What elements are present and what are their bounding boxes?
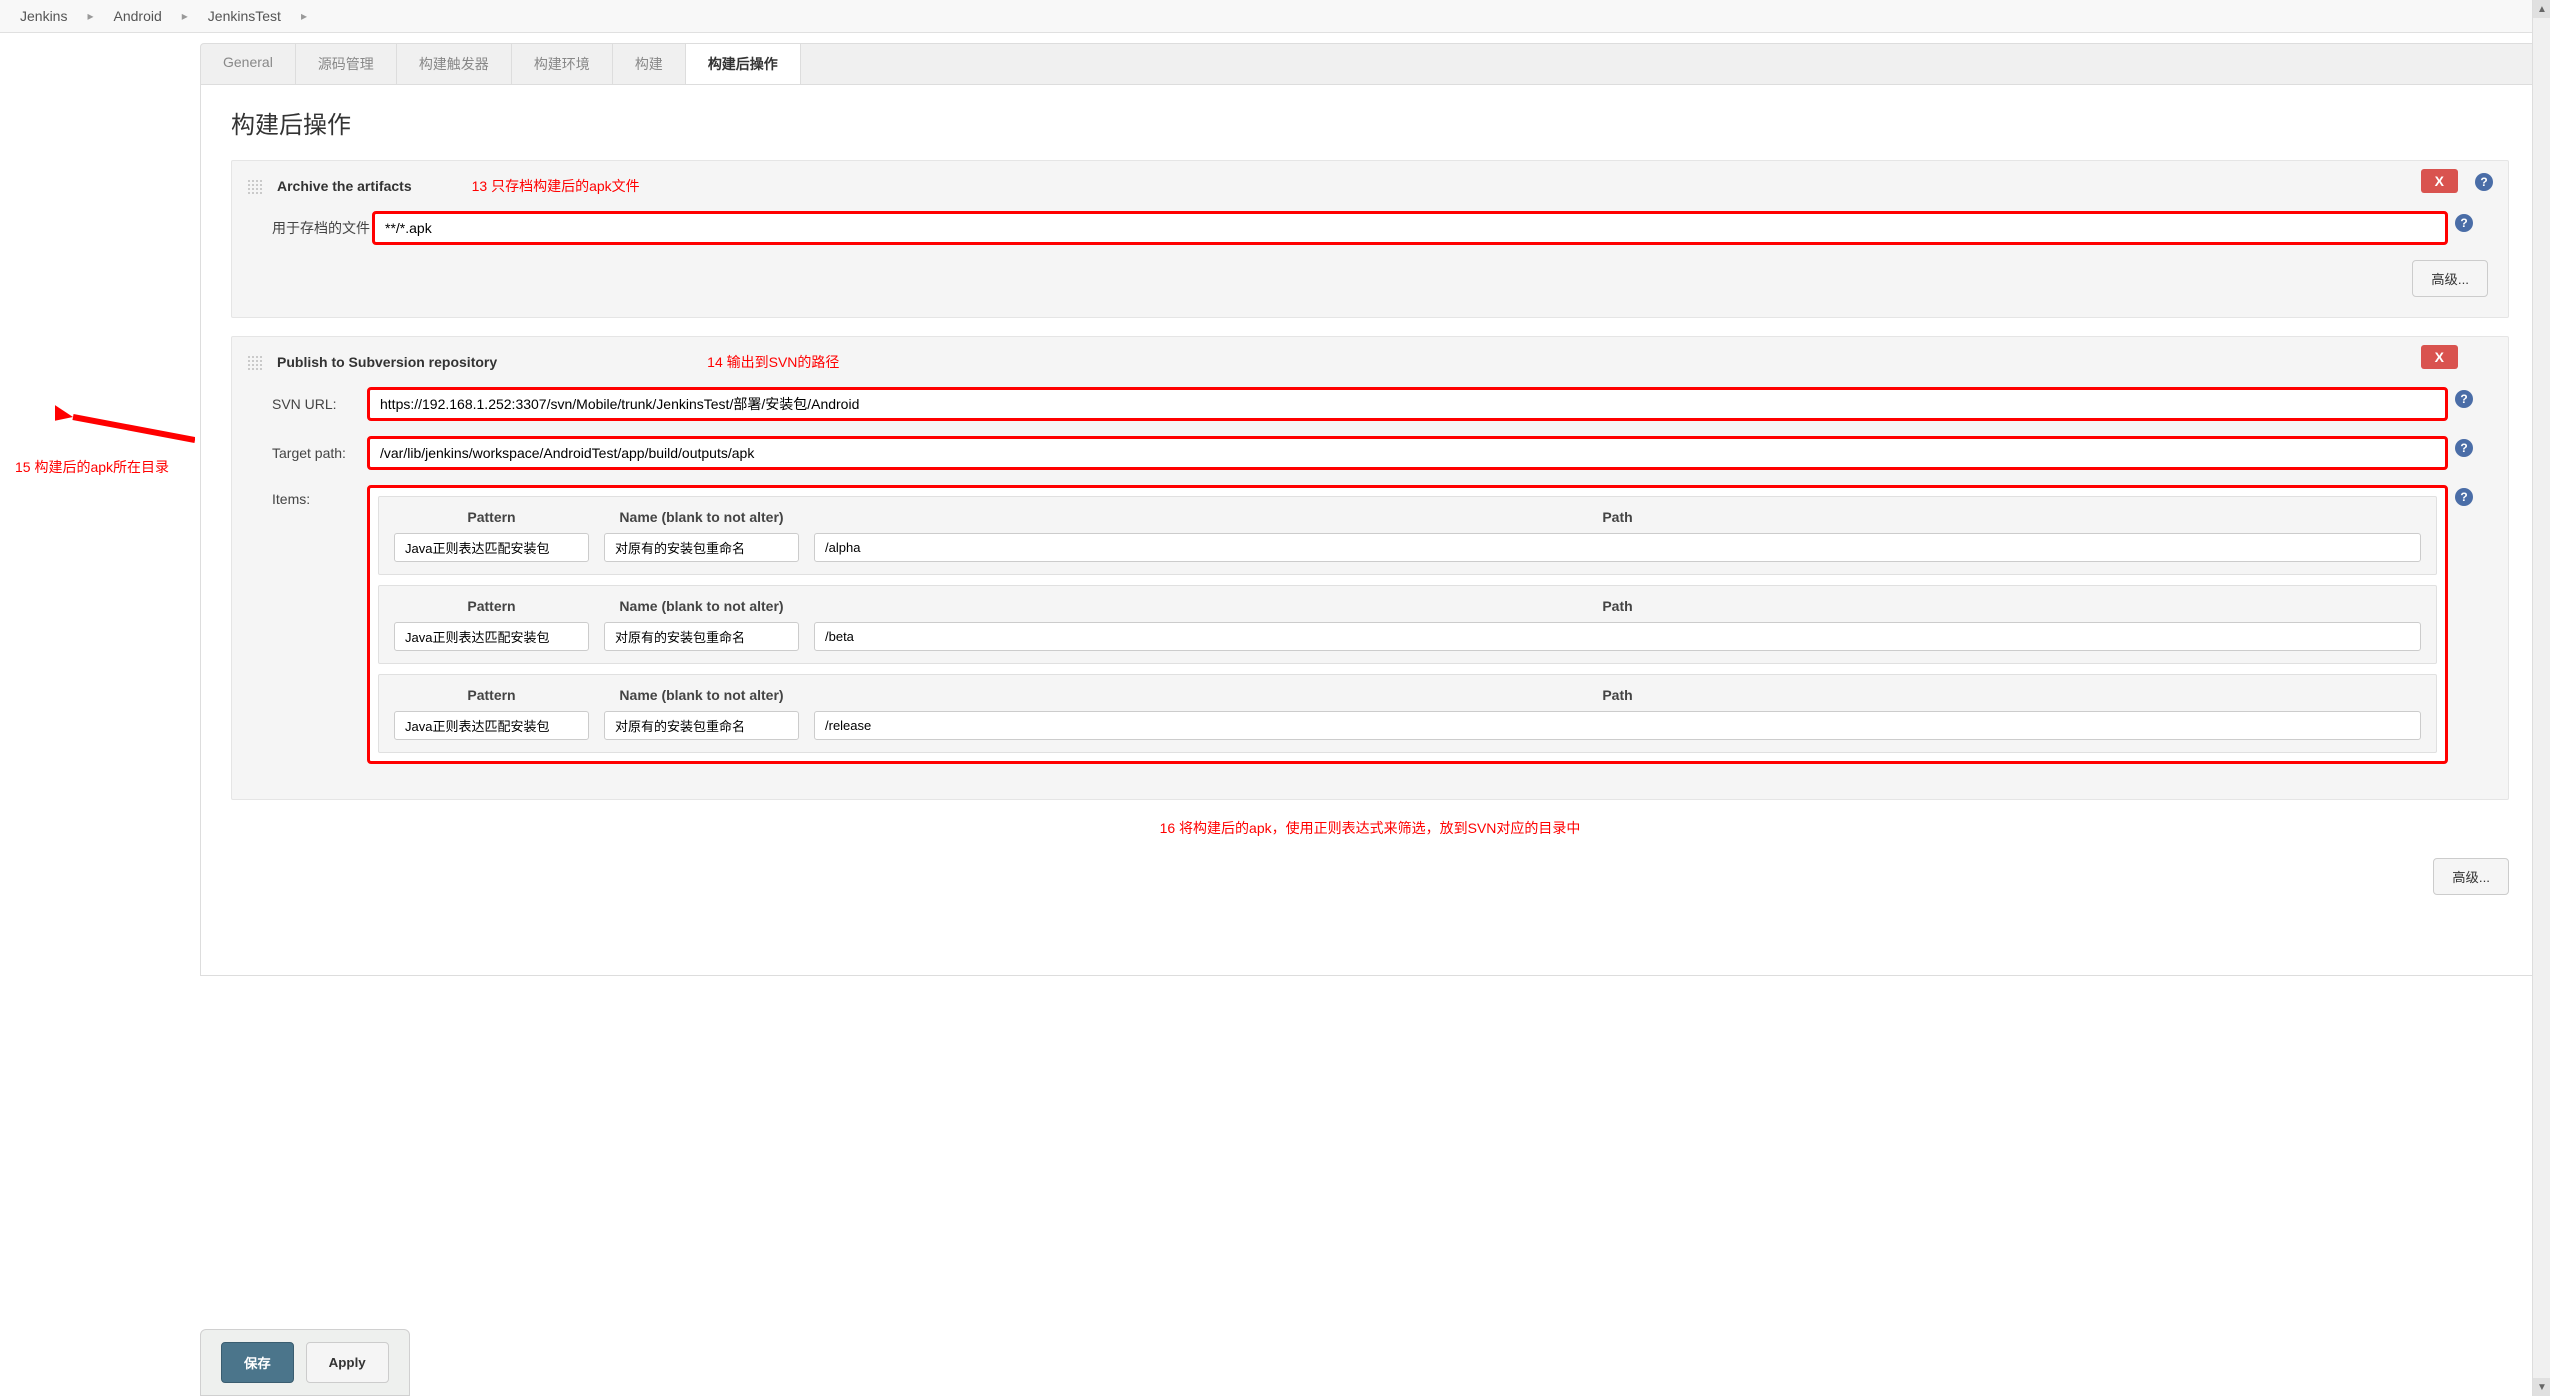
- scrollbar-up-icon[interactable]: ▲: [2533, 0, 2550, 18]
- annotation-15: 15 构建后的apk所在目录: [15, 457, 169, 477]
- header-pattern: Pattern: [394, 509, 589, 525]
- svn-item-row: Pattern Name (blank to not alter) Path: [378, 585, 2437, 664]
- breadcrumb: Jenkins ▸ Android ▸ JenkinsTest ▸: [0, 0, 2550, 33]
- apply-button[interactable]: Apply: [306, 1342, 389, 1383]
- annotation-13: 13 只存档构建后的apk文件: [472, 176, 640, 196]
- save-button[interactable]: 保存: [221, 1342, 294, 1383]
- chevron-right-icon: ▸: [301, 9, 307, 23]
- drag-handle-icon[interactable]: [247, 355, 262, 370]
- breadcrumb-item-jenkinstest[interactable]: JenkinsTest: [208, 8, 281, 24]
- tab-post-build[interactable]: 构建后操作: [686, 44, 801, 85]
- publish-svn-section: X Publish to Subversion repository 14 输出…: [231, 336, 2509, 800]
- delete-svn-button[interactable]: X: [2421, 345, 2458, 369]
- item-pattern-input[interactable]: [394, 711, 589, 740]
- help-icon[interactable]: ?: [2475, 173, 2493, 191]
- header-name: Name (blank to not alter): [604, 509, 799, 525]
- item-path-input[interactable]: [814, 622, 2421, 651]
- header-path: Path: [814, 598, 2421, 614]
- archive-files-label: 用于存档的文件: [272, 218, 372, 238]
- item-name-input[interactable]: [604, 533, 799, 562]
- svn-items-label: Items:: [272, 485, 367, 507]
- header-pattern: Pattern: [394, 687, 589, 703]
- chevron-right-icon: ▸: [182, 9, 188, 23]
- arrow-icon: [55, 405, 195, 445]
- content-panel: 构建后操作 X ? Archive the artifacts 13 只存档构建…: [200, 84, 2540, 976]
- delete-archive-button[interactable]: X: [2421, 169, 2458, 193]
- page-title: 构建后操作: [231, 105, 2509, 140]
- item-pattern-input[interactable]: [394, 533, 589, 562]
- header-path: Path: [814, 509, 2421, 525]
- header-name: Name (blank to not alter): [604, 687, 799, 703]
- help-icon[interactable]: ?: [2455, 488, 2473, 506]
- item-pattern-input[interactable]: [394, 622, 589, 651]
- header-pattern: Pattern: [394, 598, 589, 614]
- button-bar: 保存 Apply: [200, 1329, 410, 1396]
- svn-url-input[interactable]: [367, 387, 2448, 421]
- svn-title: Publish to Subversion repository: [277, 354, 497, 370]
- svn-target-label: Target path:: [272, 445, 367, 461]
- help-icon[interactable]: ?: [2455, 439, 2473, 457]
- drag-handle-icon[interactable]: [247, 179, 262, 194]
- header-path: Path: [814, 687, 2421, 703]
- config-tabs: General 源码管理 构建触发器 构建环境 构建 构建后操作: [200, 43, 2540, 84]
- item-name-input[interactable]: [604, 622, 799, 651]
- header-name: Name (blank to not alter): [604, 598, 799, 614]
- archive-artifacts-section: X ? Archive the artifacts 13 只存档构建后的apk文…: [231, 160, 2509, 318]
- scrollbar[interactable]: ▲ ▼: [2532, 0, 2550, 1396]
- archive-files-input[interactable]: [372, 211, 2448, 245]
- svn-target-input[interactable]: [367, 436, 2448, 470]
- tab-build[interactable]: 构建: [613, 44, 686, 84]
- svn-item-row: Pattern Name (blank to not alter) Path: [378, 496, 2437, 575]
- main-container: General 源码管理 构建触发器 构建环境 构建 构建后操作 构建后操作 X…: [200, 33, 2540, 976]
- svn-advanced-button[interactable]: 高级...: [2433, 858, 2509, 895]
- annotation-14: 14 输出到SVN的路径: [707, 352, 839, 372]
- breadcrumb-item-jenkins[interactable]: Jenkins: [20, 8, 67, 24]
- item-path-input[interactable]: [814, 533, 2421, 562]
- tab-env[interactable]: 构建环境: [512, 44, 613, 84]
- svn-items-box: Pattern Name (blank to not alter) Path: [367, 485, 2448, 764]
- svn-item-row: Pattern Name (blank to not alter) Path: [378, 674, 2437, 753]
- archive-title: Archive the artifacts: [277, 178, 412, 194]
- archive-advanced-button[interactable]: 高级...: [2412, 260, 2488, 297]
- tab-general[interactable]: General: [201, 44, 296, 84]
- tab-scm[interactable]: 源码管理: [296, 44, 397, 84]
- svn-url-label: SVN URL:: [272, 396, 367, 412]
- item-name-input[interactable]: [604, 711, 799, 740]
- help-icon[interactable]: ?: [2455, 214, 2473, 232]
- item-path-input[interactable]: [814, 711, 2421, 740]
- chevron-right-icon: ▸: [87, 9, 93, 23]
- help-icon[interactable]: ?: [2455, 390, 2473, 408]
- scrollbar-down-icon[interactable]: ▼: [2533, 1378, 2550, 1396]
- annotation-16: 16 将构建后的apk，使用正则表达式来筛选，放到SVN对应的目录中: [1160, 820, 1581, 836]
- tab-triggers[interactable]: 构建触发器: [397, 44, 512, 84]
- breadcrumb-item-android[interactable]: Android: [114, 8, 162, 24]
